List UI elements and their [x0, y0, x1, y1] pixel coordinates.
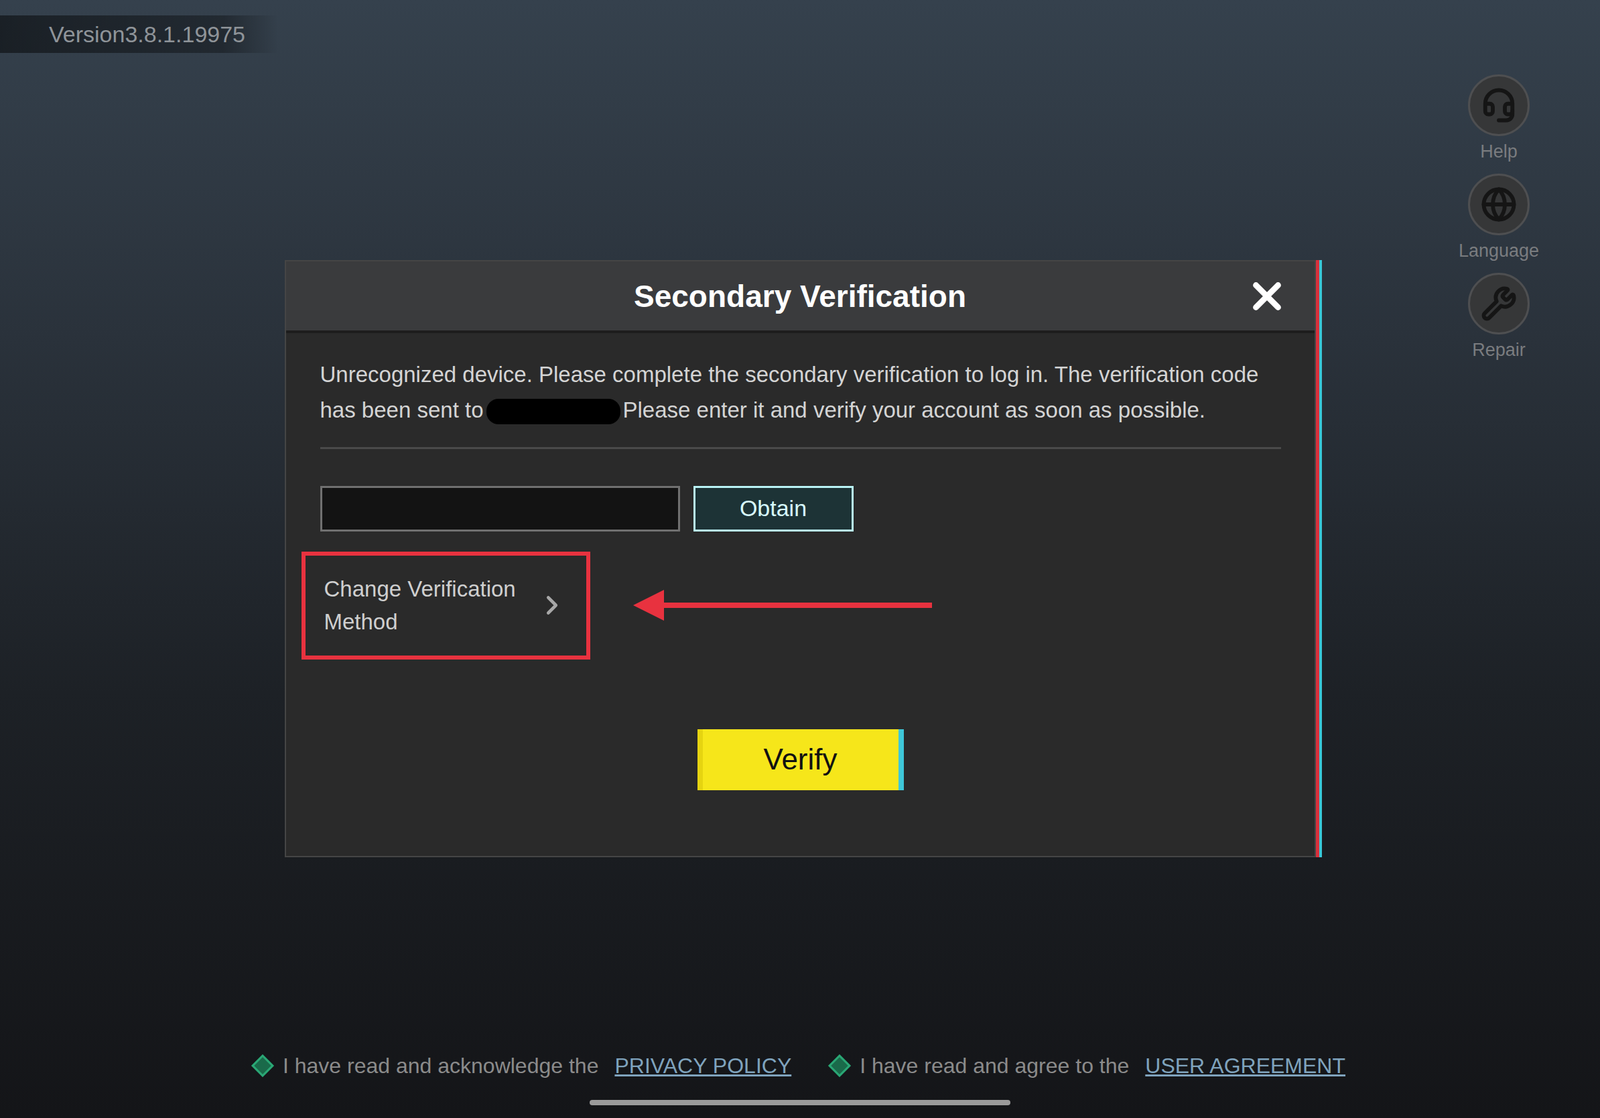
login-screen: Version3.8.1.19975 Help Language Repair Seco…: [0, 0, 1600, 1118]
repair-icon: [1480, 285, 1517, 322]
side-menu-button[interactable]: [1468, 272, 1530, 335]
redacted-recipient: [486, 398, 621, 425]
version-label: Version3.8.1.19975: [0, 15, 279, 53]
change-method-label: Change Verification Method: [324, 572, 526, 639]
change-method-button[interactable]: Change Verification Method: [301, 551, 591, 660]
side-menu-label: Help: [1480, 141, 1518, 163]
agreement-checkbox[interactable]: [828, 1053, 851, 1077]
code-row: Obtain: [320, 485, 1282, 532]
side-menu: Help Language Repair: [1451, 74, 1546, 361]
obtain-button[interactable]: Obtain: [693, 485, 854, 532]
verification-dialog: Secondary Verification Unrecognized devic…: [284, 259, 1316, 857]
close-icon: [1244, 274, 1290, 319]
agreement-checkbox[interactable]: [251, 1053, 275, 1077]
side-menu-item[interactable]: Help: [1451, 74, 1546, 163]
dialog-body: Unrecognized device. Please complete the…: [286, 332, 1315, 856]
agreement-text: I have read and acknowledge the: [282, 1053, 599, 1079]
side-menu-label: Language: [1458, 240, 1540, 262]
chevron-right-icon: [536, 589, 568, 621]
side-menu-item[interactable]: Language: [1451, 173, 1546, 262]
side-menu-item[interactable]: Repair: [1451, 272, 1546, 361]
close-button[interactable]: [1242, 271, 1292, 321]
dialog-message: Unrecognized device. Please complete the…: [320, 357, 1282, 429]
verify-button[interactable]: Verify: [697, 728, 904, 790]
dialog-header: Secondary Verification: [286, 261, 1315, 333]
change-method-row: Change Verification Method: [301, 551, 1282, 660]
side-menu-label: Repair: [1472, 339, 1526, 361]
agreement-link[interactable]: USER AGREEMENT: [1145, 1053, 1346, 1079]
home-indicator: [589, 1099, 1011, 1105]
side-menu-button[interactable]: [1468, 74, 1530, 137]
dialog-title: Secondary Verification: [633, 278, 967, 315]
help-icon: [1480, 87, 1517, 124]
agreement-row: I have read and acknowledge the PRIVACY P…: [254, 1048, 1346, 1083]
globe-icon: [1480, 186, 1517, 223]
agreement-item: I have read and acknowledge the PRIVACY P…: [254, 1053, 792, 1079]
agreement-text: I have read and agree to the: [859, 1053, 1129, 1079]
agreement-link[interactable]: PRIVACY POLICY: [614, 1053, 792, 1079]
side-menu-button[interactable]: [1468, 173, 1530, 236]
code-input[interactable]: [320, 485, 681, 532]
agreement-item: I have read and agree to the USER AGREEME…: [831, 1053, 1346, 1079]
annotation-arrow-icon: [633, 588, 932, 622]
divider: [320, 446, 1282, 449]
